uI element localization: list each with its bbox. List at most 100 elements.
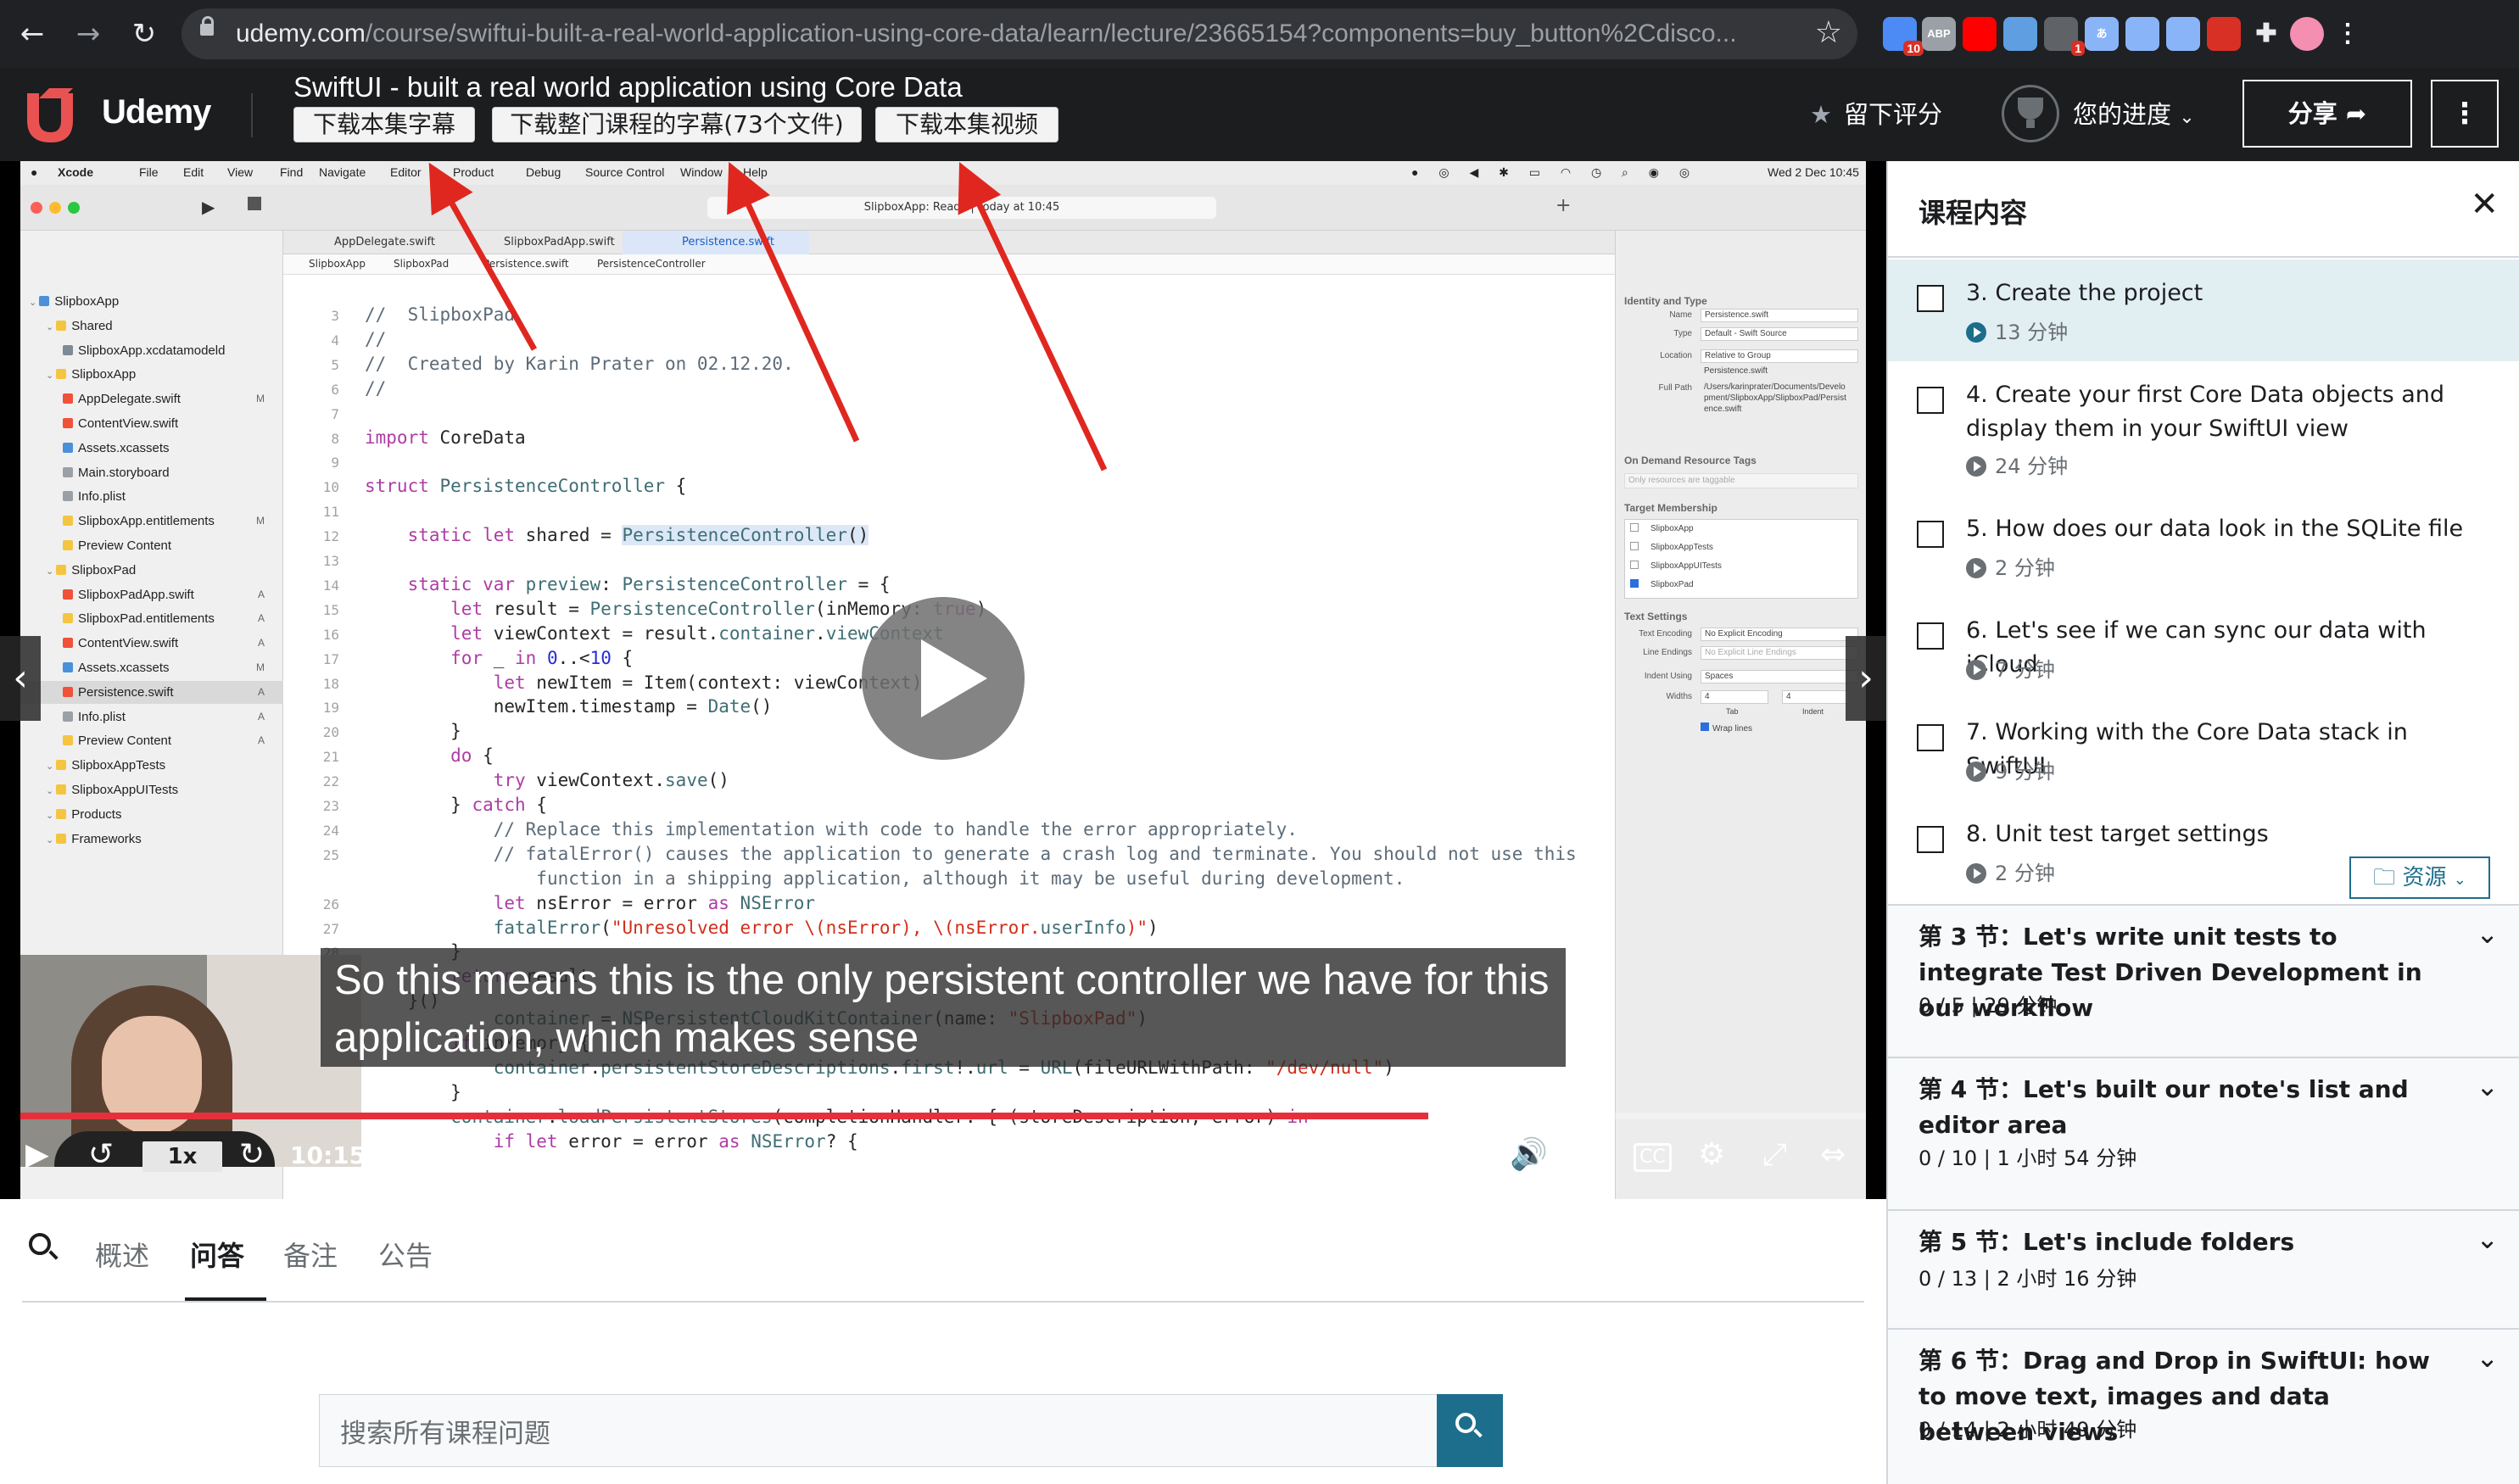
tab-announcements[interactable]: 公告 xyxy=(378,1235,433,1274)
play-circle-icon xyxy=(1966,456,1986,477)
previous-lecture-arrow-icon[interactable]: ‹ xyxy=(0,636,41,721)
xcode-menu-item: Debug xyxy=(526,165,561,179)
captions-icon[interactable]: CC xyxy=(1634,1143,1672,1172)
play-circle-icon xyxy=(1966,322,1986,343)
forward-icon[interactable]: ↻ xyxy=(239,1136,265,1174)
download-icon[interactable] xyxy=(2125,17,2159,51)
xcode-menu-item: Find xyxy=(280,165,304,179)
video-player[interactable]: ● Xcode File Edit View Find Navigate Editor Pro… xyxy=(0,161,1886,1199)
section-item[interactable]: 第 6 节：Drag and Drop in SwiftUI: how to m… xyxy=(1888,1328,2519,1484)
transcript-icon[interactable]: ▤ xyxy=(1572,1136,1598,1174)
navigator-item: Persistence.swift A xyxy=(20,680,283,704)
lecture-complete-checkbox[interactable] xyxy=(1917,285,1944,312)
lecture-complete-checkbox[interactable] xyxy=(1917,724,1944,751)
screenshot-icon[interactable]: 1 xyxy=(2044,17,2085,56)
lecture-item[interactable]: 4. Create your first Core Data objects a… xyxy=(1888,361,2519,495)
video-time: 10:15 / 13:27 xyxy=(290,1141,466,1169)
chevron-down-icon[interactable]: ⌄ xyxy=(2476,918,2499,950)
expand-icon[interactable]: ⇔ xyxy=(1820,1136,1846,1174)
lecture-item[interactable]: 7. Working with the Core Data stack in S… xyxy=(1888,699,2519,801)
volume-icon[interactable]: 🔊 xyxy=(1510,1136,1548,1174)
udemy-logo-icon[interactable] xyxy=(24,86,92,144)
rate-label: 留下评分 xyxy=(1844,100,1943,129)
section-item[interactable]: 第 4 节：Let's built our note's list and ed… xyxy=(1888,1057,2519,1209)
apple-icon: ● xyxy=(31,165,38,179)
tab-label: Tab xyxy=(1726,707,1739,716)
download-lecture-video-button[interactable]: 下载本集视频 xyxy=(875,107,1058,142)
line-number: 20 xyxy=(322,724,339,741)
lecture-complete-checkbox[interactable] xyxy=(1917,826,1944,853)
qa-search-button[interactable] xyxy=(1437,1394,1503,1467)
run-icon: ▶ xyxy=(202,197,215,217)
download-course-subtitles-button[interactable]: 下载整门课程的字幕(73个文件) xyxy=(492,107,862,142)
your-progress-dropdown[interactable]: 您的进度 ⌄ xyxy=(2073,95,2195,131)
address-bar[interactable]: udemy.com/course/swiftui-built-a-real-wo… xyxy=(182,8,1857,59)
section-meta: 0 / 13 | 2 小时 16 分钟 xyxy=(1919,1267,2137,1291)
reload-icon[interactable]: ↻ xyxy=(124,14,165,54)
lecture-item[interactable]: 6. Let's see if we can sync our data wit… xyxy=(1888,597,2519,699)
course-title[interactable]: SwiftUI - built a real world application… xyxy=(293,71,963,103)
tab-qa[interactable]: 问答 xyxy=(190,1235,244,1274)
scm-badge: A xyxy=(257,734,265,747)
translate-icon[interactable]: あ xyxy=(2085,17,2119,51)
fullscreen-icon[interactable]: ⤢ xyxy=(1762,1136,1787,1174)
lecture-complete-checkbox[interactable] xyxy=(1917,622,1944,650)
section-item[interactable]: 第 3 节：Let's write unit tests to integrat… xyxy=(1888,904,2519,1057)
adblock-plus-icon[interactable]: ABP xyxy=(1922,17,1956,51)
progress-ring[interactable] xyxy=(2002,85,2059,142)
code-line: 14 static var preview: PersistenceContro… xyxy=(283,573,1615,596)
playback-speed-button[interactable]: 1x xyxy=(142,1141,222,1172)
navigator-item: ⌄ Frameworks xyxy=(20,828,283,851)
code-line: 3// SlipboxPad xyxy=(283,304,1615,326)
lecture-item[interactable]: 5. How does our data look in the SQLite … xyxy=(1888,495,2519,597)
chevron-down-icon[interactable]: ⌄ xyxy=(2476,1223,2499,1255)
back-arrow-icon[interactable]: ← xyxy=(12,14,53,54)
next-lecture-arrow-icon[interactable]: › xyxy=(1846,636,1886,721)
section-title: 第 5 节：Let's include folders xyxy=(1919,1228,2295,1256)
puzzle-icon[interactable]: ✚ xyxy=(2249,17,2283,51)
section-item[interactable]: 第 5 节：Let's include folders 0 / 13 | 2 小时… xyxy=(1888,1209,2519,1328)
xcode-menu-item: Source Control xyxy=(585,165,665,179)
play-overlay-button[interactable] xyxy=(862,597,1025,760)
lecture-complete-checkbox[interactable] xyxy=(1917,521,1944,548)
layers-icon[interactable] xyxy=(2207,17,2241,51)
tab-notes[interactable]: 备注 xyxy=(283,1235,338,1274)
forward-arrow-icon[interactable]: → xyxy=(68,14,109,54)
lecture-tabs: 概述 问答 备注 公告 xyxy=(22,1199,1864,1303)
card-icon[interactable] xyxy=(2166,17,2200,51)
navigator-item-label: SlipboxApp xyxy=(71,367,137,382)
navigator-item: SlipboxApp.xcdatamodeld xyxy=(20,339,283,362)
duration-label: 2 分钟 xyxy=(1995,556,2055,580)
video-progress-bar[interactable] xyxy=(20,1113,1866,1119)
settings-gear-icon[interactable]: ⚙ xyxy=(1698,1136,1725,1174)
bookmark-star-icon[interactable]: ☆ xyxy=(1815,15,1842,50)
menu-dots-icon[interactable]: ⋮ xyxy=(2331,17,2365,51)
lecture-item[interactable]: 3. Create the project 13 分钟 xyxy=(1888,259,2519,361)
play-icon[interactable]: ▶ xyxy=(25,1136,49,1174)
download-lecture-subtitles-button[interactable]: 下载本集字幕 xyxy=(293,107,475,142)
udemy-logo-text[interactable]: Udemy xyxy=(102,93,211,131)
glasses-icon[interactable] xyxy=(2003,17,2037,51)
note-add-icon[interactable]: ✎ xyxy=(448,1136,469,1174)
location-label: Location xyxy=(1660,351,1692,360)
profile-avatar[interactable] xyxy=(2290,17,2324,51)
disclosure-icon: ⌄ xyxy=(29,298,40,308)
youtube-icon[interactable] xyxy=(1963,17,1997,51)
more-options-button[interactable]: ⋮ xyxy=(2431,80,2499,148)
share-button[interactable]: 分享 ➦ xyxy=(2243,80,2412,148)
duration-label: 24 分钟 xyxy=(1995,455,2069,478)
resources-dropdown-button[interactable]: 🗀 资源 ⌄ xyxy=(2349,856,2490,899)
lecture-complete-checkbox[interactable] xyxy=(1917,387,1944,414)
chevron-down-icon[interactable]: ⌄ xyxy=(2476,1342,2499,1374)
leave-rating-button[interactable]: ★ 留下评分 xyxy=(1810,95,1942,131)
tab-overview[interactable]: 概述 xyxy=(95,1235,149,1274)
extension-icon[interactable]: 10 xyxy=(1883,17,1924,56)
disclosure-icon: ⌄ xyxy=(46,786,57,796)
rewind-icon[interactable]: ↺ xyxy=(88,1136,114,1174)
search-icon[interactable] xyxy=(29,1233,51,1255)
chevron-down-icon[interactable]: ⌄ xyxy=(2476,1070,2499,1102)
qa-search-input[interactable]: 搜索所有课程问题 xyxy=(319,1394,1503,1467)
indent-field: Spaces xyxy=(1701,670,1858,683)
close-icon[interactable]: ✕ xyxy=(2470,185,2499,224)
target-head: Target Membership xyxy=(1624,502,1718,514)
